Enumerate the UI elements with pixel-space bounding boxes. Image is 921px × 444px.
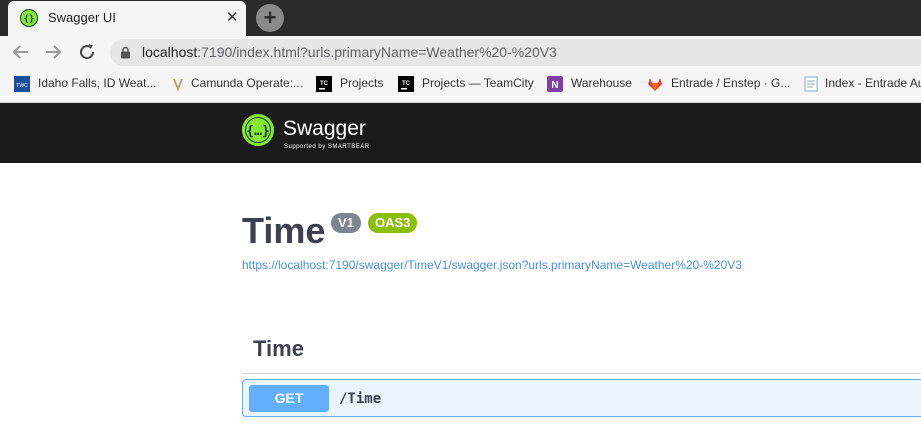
tab-strip: {} Swagger UI ✕ + xyxy=(0,0,921,36)
bookmark-item[interactable]: Projects xyxy=(340,76,383,90)
onenote-icon: N xyxy=(547,76,563,92)
swagger-brand-sub: Supported by SMARTBEAR xyxy=(284,144,370,150)
tag-title[interactable]: Time xyxy=(253,336,304,362)
operation-path: /Time xyxy=(339,391,382,407)
operation-get-time[interactable]: GET /Time xyxy=(242,379,921,417)
camunda-icon xyxy=(173,78,183,92)
bookmark-item[interactable]: Idaho Falls, ID Weat... xyxy=(38,76,157,90)
browser-tab[interactable]: {} Swagger UI ✕ xyxy=(8,1,246,36)
document-icon xyxy=(804,76,818,92)
browser-toolbar: localhost:7190/index.html?urls.primaryNa… xyxy=(0,36,921,68)
spec-url-link[interactable]: https://localhost:7190/swagger/TimeV1/sw… xyxy=(242,258,742,272)
svg-text:TC: TC xyxy=(402,81,411,87)
version-badge: V1 xyxy=(331,213,361,233)
url-text: localhost:7190/index.html?urls.primaryNa… xyxy=(142,44,557,60)
tab-close-icon[interactable]: ✕ xyxy=(226,8,239,26)
svg-text:{}: {} xyxy=(24,15,35,25)
svg-text:TC: TC xyxy=(320,81,329,87)
svg-text:{…}: {…} xyxy=(246,124,269,139)
method-badge-get: GET xyxy=(249,385,329,412)
forward-arrow-icon[interactable] xyxy=(42,41,64,63)
bookmark-item[interactable]: Entrade / Enstep · G... xyxy=(671,76,790,90)
teamcity-icon: TC xyxy=(398,76,414,92)
gitlab-icon xyxy=(648,78,662,91)
svg-text:TWC: TWC xyxy=(16,83,28,89)
oas-badge: OAS3 xyxy=(368,213,418,233)
new-tab-button[interactable]: + xyxy=(256,4,284,32)
bookmark-item[interactable]: Index - Entrade Au xyxy=(825,76,921,90)
teamcity-icon: TC xyxy=(316,76,332,92)
api-title: Time xyxy=(242,210,326,251)
lock-icon xyxy=(121,46,130,59)
bookmark-item[interactable]: Camunda Operate:... xyxy=(191,76,303,90)
bookmarks-bar: TWC Idaho Falls, ID Weat... Camunda Oper… xyxy=(0,68,921,103)
swagger-topbar xyxy=(0,103,921,163)
back-arrow-icon[interactable] xyxy=(10,41,32,63)
url-host: localhost xyxy=(142,44,198,60)
swagger-favicon-icon: {} xyxy=(20,9,38,27)
weather-channel-icon: TWC xyxy=(14,76,30,92)
swagger-brand: Swagger xyxy=(283,117,366,140)
tag-divider xyxy=(242,373,921,374)
bookmark-item[interactable]: Warehouse xyxy=(571,76,632,90)
swagger-logo-icon[interactable]: {…} xyxy=(242,114,274,146)
url-path: :7190/index.html?urls.primaryName=Weathe… xyxy=(197,44,557,60)
svg-text:N: N xyxy=(551,80,558,91)
reload-icon[interactable] xyxy=(76,41,98,63)
bookmark-item[interactable]: Projects — TeamCity xyxy=(422,76,534,90)
address-bar[interactable]: localhost:7190/index.html?urls.primaryNa… xyxy=(110,39,921,66)
tab-title: Swagger UI xyxy=(48,10,116,25)
